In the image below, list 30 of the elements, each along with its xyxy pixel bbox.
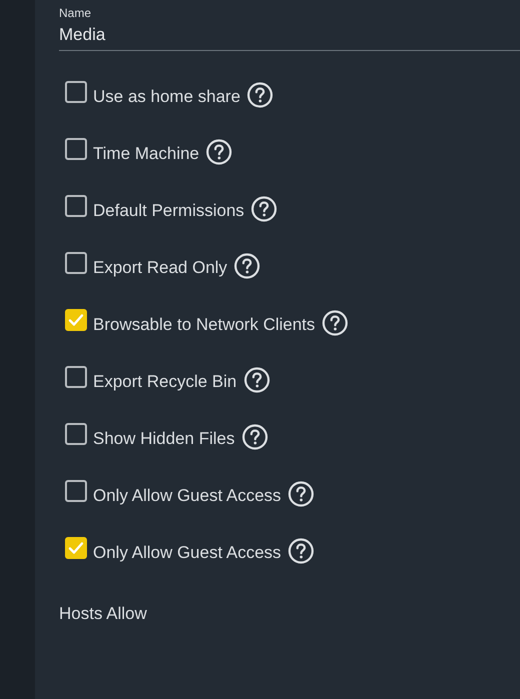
checkbox[interactable] [65, 195, 87, 217]
option-label: Browsable to Network Clients [93, 315, 316, 335]
option-label: Only Allow Guest Access [93, 543, 282, 563]
help-icon[interactable] [322, 310, 348, 336]
checkbox[interactable] [65, 309, 87, 331]
option-label: Use as home share [93, 87, 240, 107]
help-icon[interactable] [247, 82, 274, 108]
option-label: Export Read Only [93, 258, 228, 278]
option-label: Only Allow Guest Access [93, 486, 282, 506]
option-label: Show Hidden Files [93, 429, 235, 449]
checkbox[interactable] [65, 537, 87, 559]
help-icon[interactable] [288, 481, 314, 507]
name-label: Name [59, 6, 92, 20]
help-icon[interactable] [251, 196, 278, 222]
option-label: Export Recycle Bin [93, 372, 237, 392]
option-label: Time Machine [93, 144, 200, 164]
hosts-allow-label: Hosts Allow [59, 603, 147, 625]
help-icon[interactable] [244, 367, 270, 393]
checkbox[interactable] [65, 423, 87, 445]
checkbox[interactable] [65, 81, 87, 103]
checkbox[interactable] [65, 366, 87, 388]
name-field[interactable]: Media [59, 24, 520, 51]
option-label: Default Permissions [93, 201, 244, 221]
checkbox[interactable] [65, 138, 87, 160]
checkbox[interactable] [65, 252, 87, 274]
help-icon[interactable] [242, 424, 268, 450]
help-icon[interactable] [206, 139, 232, 165]
checkbox[interactable] [65, 480, 87, 502]
help-icon[interactable] [234, 253, 260, 279]
help-icon[interactable] [288, 538, 314, 564]
